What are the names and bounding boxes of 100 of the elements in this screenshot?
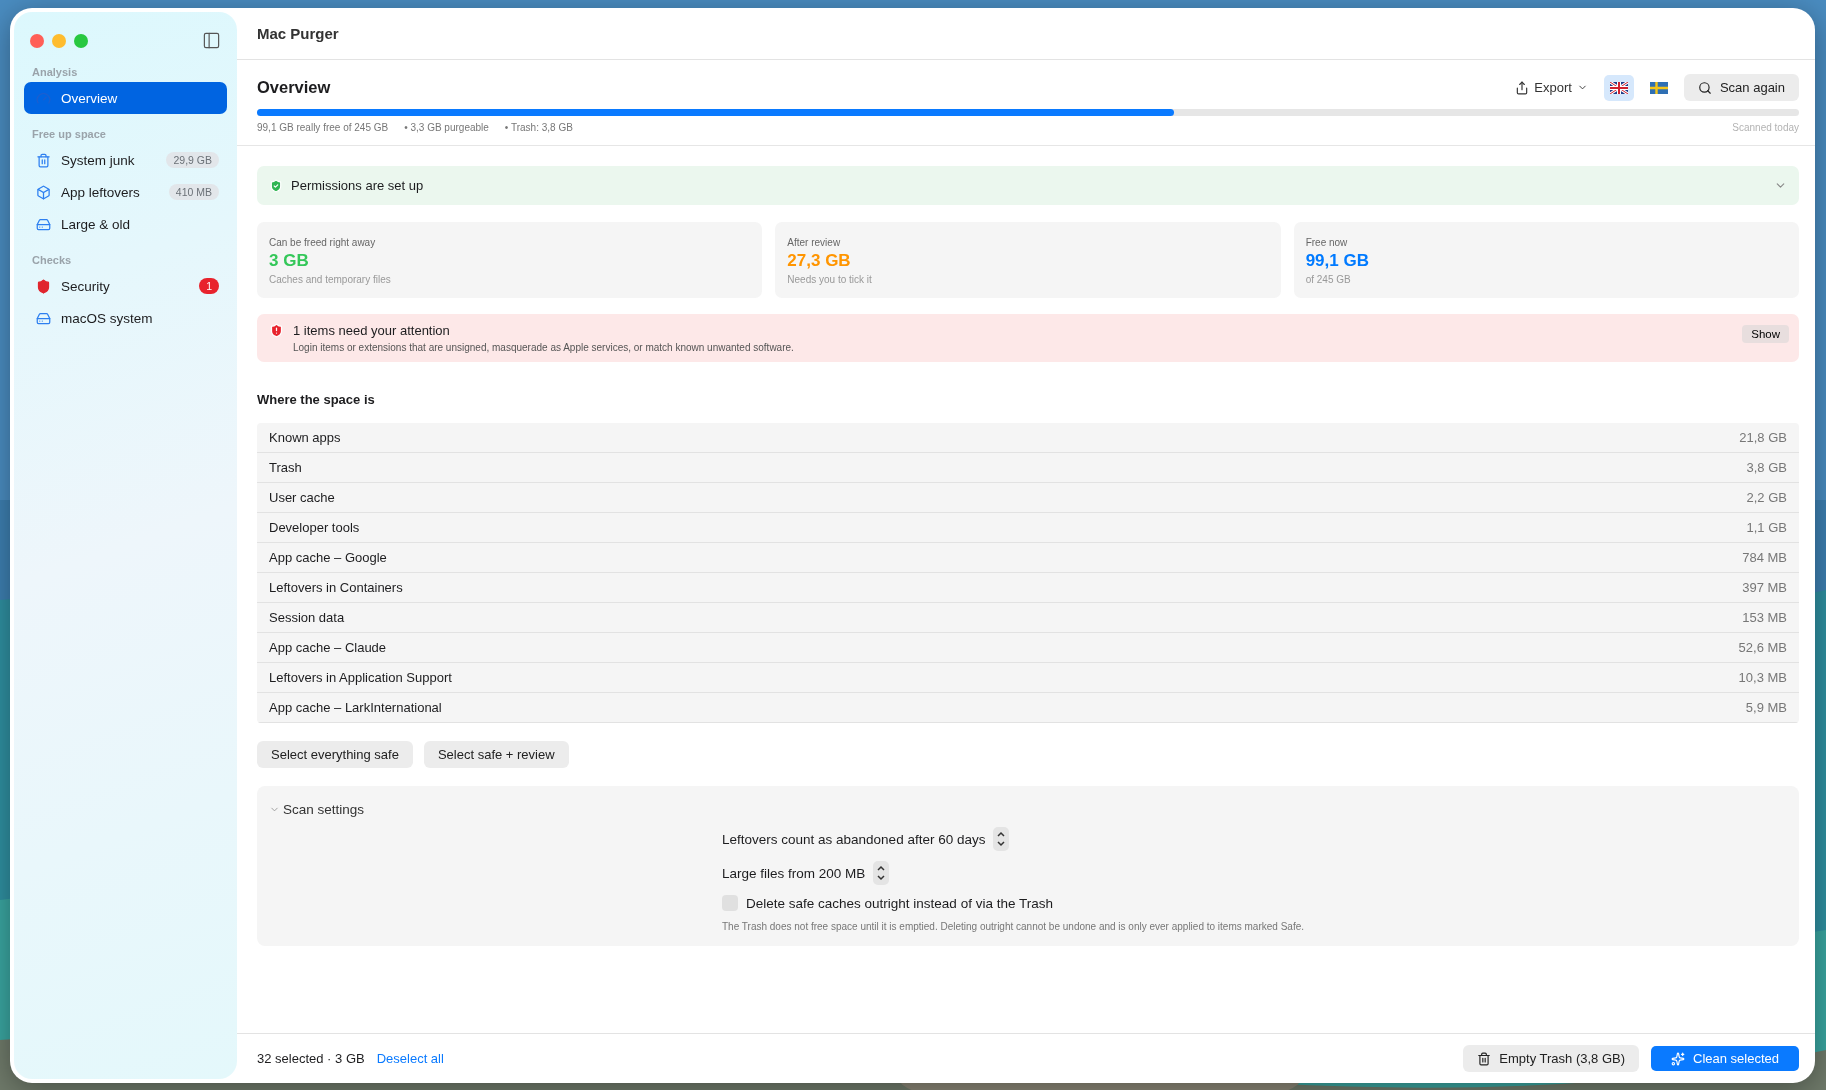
permissions-banner[interactable]: Permissions are set up bbox=[257, 166, 1799, 205]
space-row[interactable]: App cache – LarkInternational 5,9 MB bbox=[257, 693, 1799, 723]
empty-trash-button[interactable]: Empty Trash (3,8 GB) bbox=[1463, 1045, 1639, 1072]
row-name: Developer tools bbox=[269, 520, 360, 535]
trash-icon bbox=[1477, 1051, 1492, 1066]
share-icon bbox=[1515, 80, 1530, 95]
usage-stat: • Trash: 3,8 GB bbox=[504, 122, 573, 133]
sidebar-item[interactable]: macOS system bbox=[24, 302, 227, 334]
space-row[interactable]: App cache – Google 784 MB bbox=[257, 543, 1799, 573]
gauge-icon bbox=[36, 90, 51, 106]
sparkles-icon bbox=[1671, 1051, 1685, 1066]
shield-icon bbox=[36, 278, 51, 294]
section-heading: Checks bbox=[32, 254, 73, 266]
stepper[interactable] bbox=[873, 861, 890, 885]
permissions-text: Permissions are set up bbox=[291, 178, 425, 193]
space-row[interactable]: Developer tools 1,1 GB bbox=[257, 513, 1799, 543]
row-name: Session data bbox=[269, 610, 345, 625]
space-row[interactable]: Known apps 21,8 GB bbox=[257, 423, 1799, 453]
count-badge: 410 MB bbox=[168, 184, 219, 200]
close-button[interactable] bbox=[30, 33, 44, 48]
language-button[interactable] bbox=[1603, 74, 1634, 101]
checkbox-label: Delete safe caches outright instead of via the Trash bbox=[746, 895, 1053, 911]
space-row[interactable]: Session data 153 MB bbox=[257, 603, 1799, 633]
scan-time: Scanned today bbox=[1732, 122, 1799, 133]
row-name: Trash bbox=[269, 460, 302, 475]
row-size: 5,9 MB bbox=[1745, 700, 1787, 715]
row-name: App cache – Google bbox=[269, 550, 387, 565]
sidebar-item[interactable]: Overview bbox=[24, 82, 227, 114]
trash-icon bbox=[36, 152, 51, 168]
item-label: Large & old bbox=[61, 216, 132, 232]
usage-stat: 99,1 GB really free of 245 GB bbox=[257, 122, 389, 133]
drive-icon bbox=[36, 216, 51, 232]
sidebar-item[interactable]: Security 1 bbox=[24, 270, 227, 302]
page-title: Overview bbox=[257, 78, 332, 97]
attention-text: Login items or extensions that are unsigned, masquerade as Apple services, or match known unwanted software. bbox=[293, 342, 795, 353]
item-label: App leftovers bbox=[61, 184, 141, 200]
count-badge: 1 bbox=[199, 278, 219, 294]
flag-icon bbox=[1609, 81, 1628, 94]
item-label: System junk bbox=[61, 152, 136, 168]
shield-check-icon bbox=[269, 178, 283, 193]
window-title: Mac Purger bbox=[257, 25, 339, 42]
card-label: Free now bbox=[1305, 237, 1349, 248]
box-icon bbox=[36, 184, 51, 200]
row-size: 784 MB bbox=[1742, 550, 1787, 565]
clean-button[interactable]: Clean selected bbox=[1651, 1046, 1799, 1071]
attention-title: 1 items need your attention bbox=[293, 323, 451, 338]
space-row[interactable]: Leftovers in Application Support 10,3 MB bbox=[257, 663, 1799, 693]
scan-again-button[interactable]: Scan again bbox=[1683, 74, 1799, 101]
row-name: App cache – LarkInternational bbox=[269, 700, 442, 715]
count-badge: 29,9 GB bbox=[166, 152, 219, 168]
card-value: 27,3 GB bbox=[787, 251, 852, 271]
setting-label: Leftovers count as abandoned after 60 days bbox=[722, 831, 986, 847]
row-size: 397 MB bbox=[1742, 580, 1787, 595]
settings-note: The Trash does not free space until it is emptied. Deleting outright cannot be undone and is only ever applied to items marked Safe. bbox=[722, 921, 1305, 932]
setting-label: Large files from 200 MB bbox=[722, 865, 866, 881]
row-name: Leftovers in Application Support bbox=[269, 670, 452, 685]
shield-alert-icon bbox=[269, 323, 284, 338]
select-button[interactable]: Select safe + review bbox=[423, 741, 569, 768]
section-heading: Free up space bbox=[32, 128, 107, 140]
item-label: Overview bbox=[61, 90, 119, 106]
show-button[interactable]: Show bbox=[1742, 325, 1789, 343]
selection-summary: 32 selected · 3 GB bbox=[257, 1051, 365, 1066]
space-row[interactable]: User cache 2,2 GB bbox=[257, 483, 1799, 513]
section-heading: Analysis bbox=[32, 66, 79, 78]
row-name: User cache bbox=[269, 490, 335, 505]
usage-stat: • 3,3 GB purgeable bbox=[404, 122, 489, 133]
row-size: 1,1 GB bbox=[1746, 520, 1787, 535]
row-size: 2,2 GB bbox=[1746, 490, 1787, 505]
row-size: 21,8 GB bbox=[1739, 430, 1787, 445]
deselect-link[interactable]: Deselect all bbox=[376, 1051, 444, 1066]
row-size: 153 MB bbox=[1742, 610, 1787, 625]
flag-icon bbox=[1649, 81, 1668, 94]
stepper[interactable] bbox=[993, 827, 1010, 851]
sidebar-item[interactable]: App leftovers 410 MB bbox=[24, 176, 227, 208]
item-label: macOS system bbox=[61, 310, 154, 326]
card-label: Can be freed right away bbox=[269, 237, 377, 248]
card-note: Caches and temporary files bbox=[269, 274, 392, 285]
row-size: 10,3 MB bbox=[1738, 670, 1787, 685]
sidebar-item[interactable]: System junk 29,9 GB bbox=[24, 144, 227, 176]
row-size: 52,6 MB bbox=[1738, 640, 1787, 655]
sidebar-toggle-icon[interactable] bbox=[202, 31, 221, 50]
row-name: Leftovers in Containers bbox=[269, 580, 403, 595]
space-row[interactable]: Leftovers in Containers 397 MB bbox=[257, 573, 1799, 603]
search-icon bbox=[1697, 80, 1712, 95]
space-row[interactable]: Trash 3,8 GB bbox=[257, 453, 1799, 483]
row-name: App cache – Claude bbox=[269, 640, 387, 655]
card-label: After review bbox=[787, 237, 842, 248]
card-note: of 245 GB bbox=[1305, 274, 1352, 285]
sidebar-item[interactable]: Large & old bbox=[24, 208, 227, 240]
item-label: Security bbox=[61, 278, 111, 294]
drive-icon bbox=[36, 310, 51, 326]
settings-title: Scan settings bbox=[283, 802, 365, 817]
row-name: Known apps bbox=[269, 430, 341, 445]
select-button[interactable]: Select everything safe bbox=[257, 741, 413, 768]
card-value: 3 GB bbox=[269, 251, 310, 271]
space-row[interactable]: App cache – Claude 52,6 MB bbox=[257, 633, 1799, 663]
export-button[interactable]: Export bbox=[1509, 76, 1594, 99]
section-heading: Where the space is bbox=[257, 392, 376, 407]
card-value: 99,1 GB bbox=[1305, 251, 1370, 271]
row-size: 3,8 GB bbox=[1746, 460, 1787, 475]
